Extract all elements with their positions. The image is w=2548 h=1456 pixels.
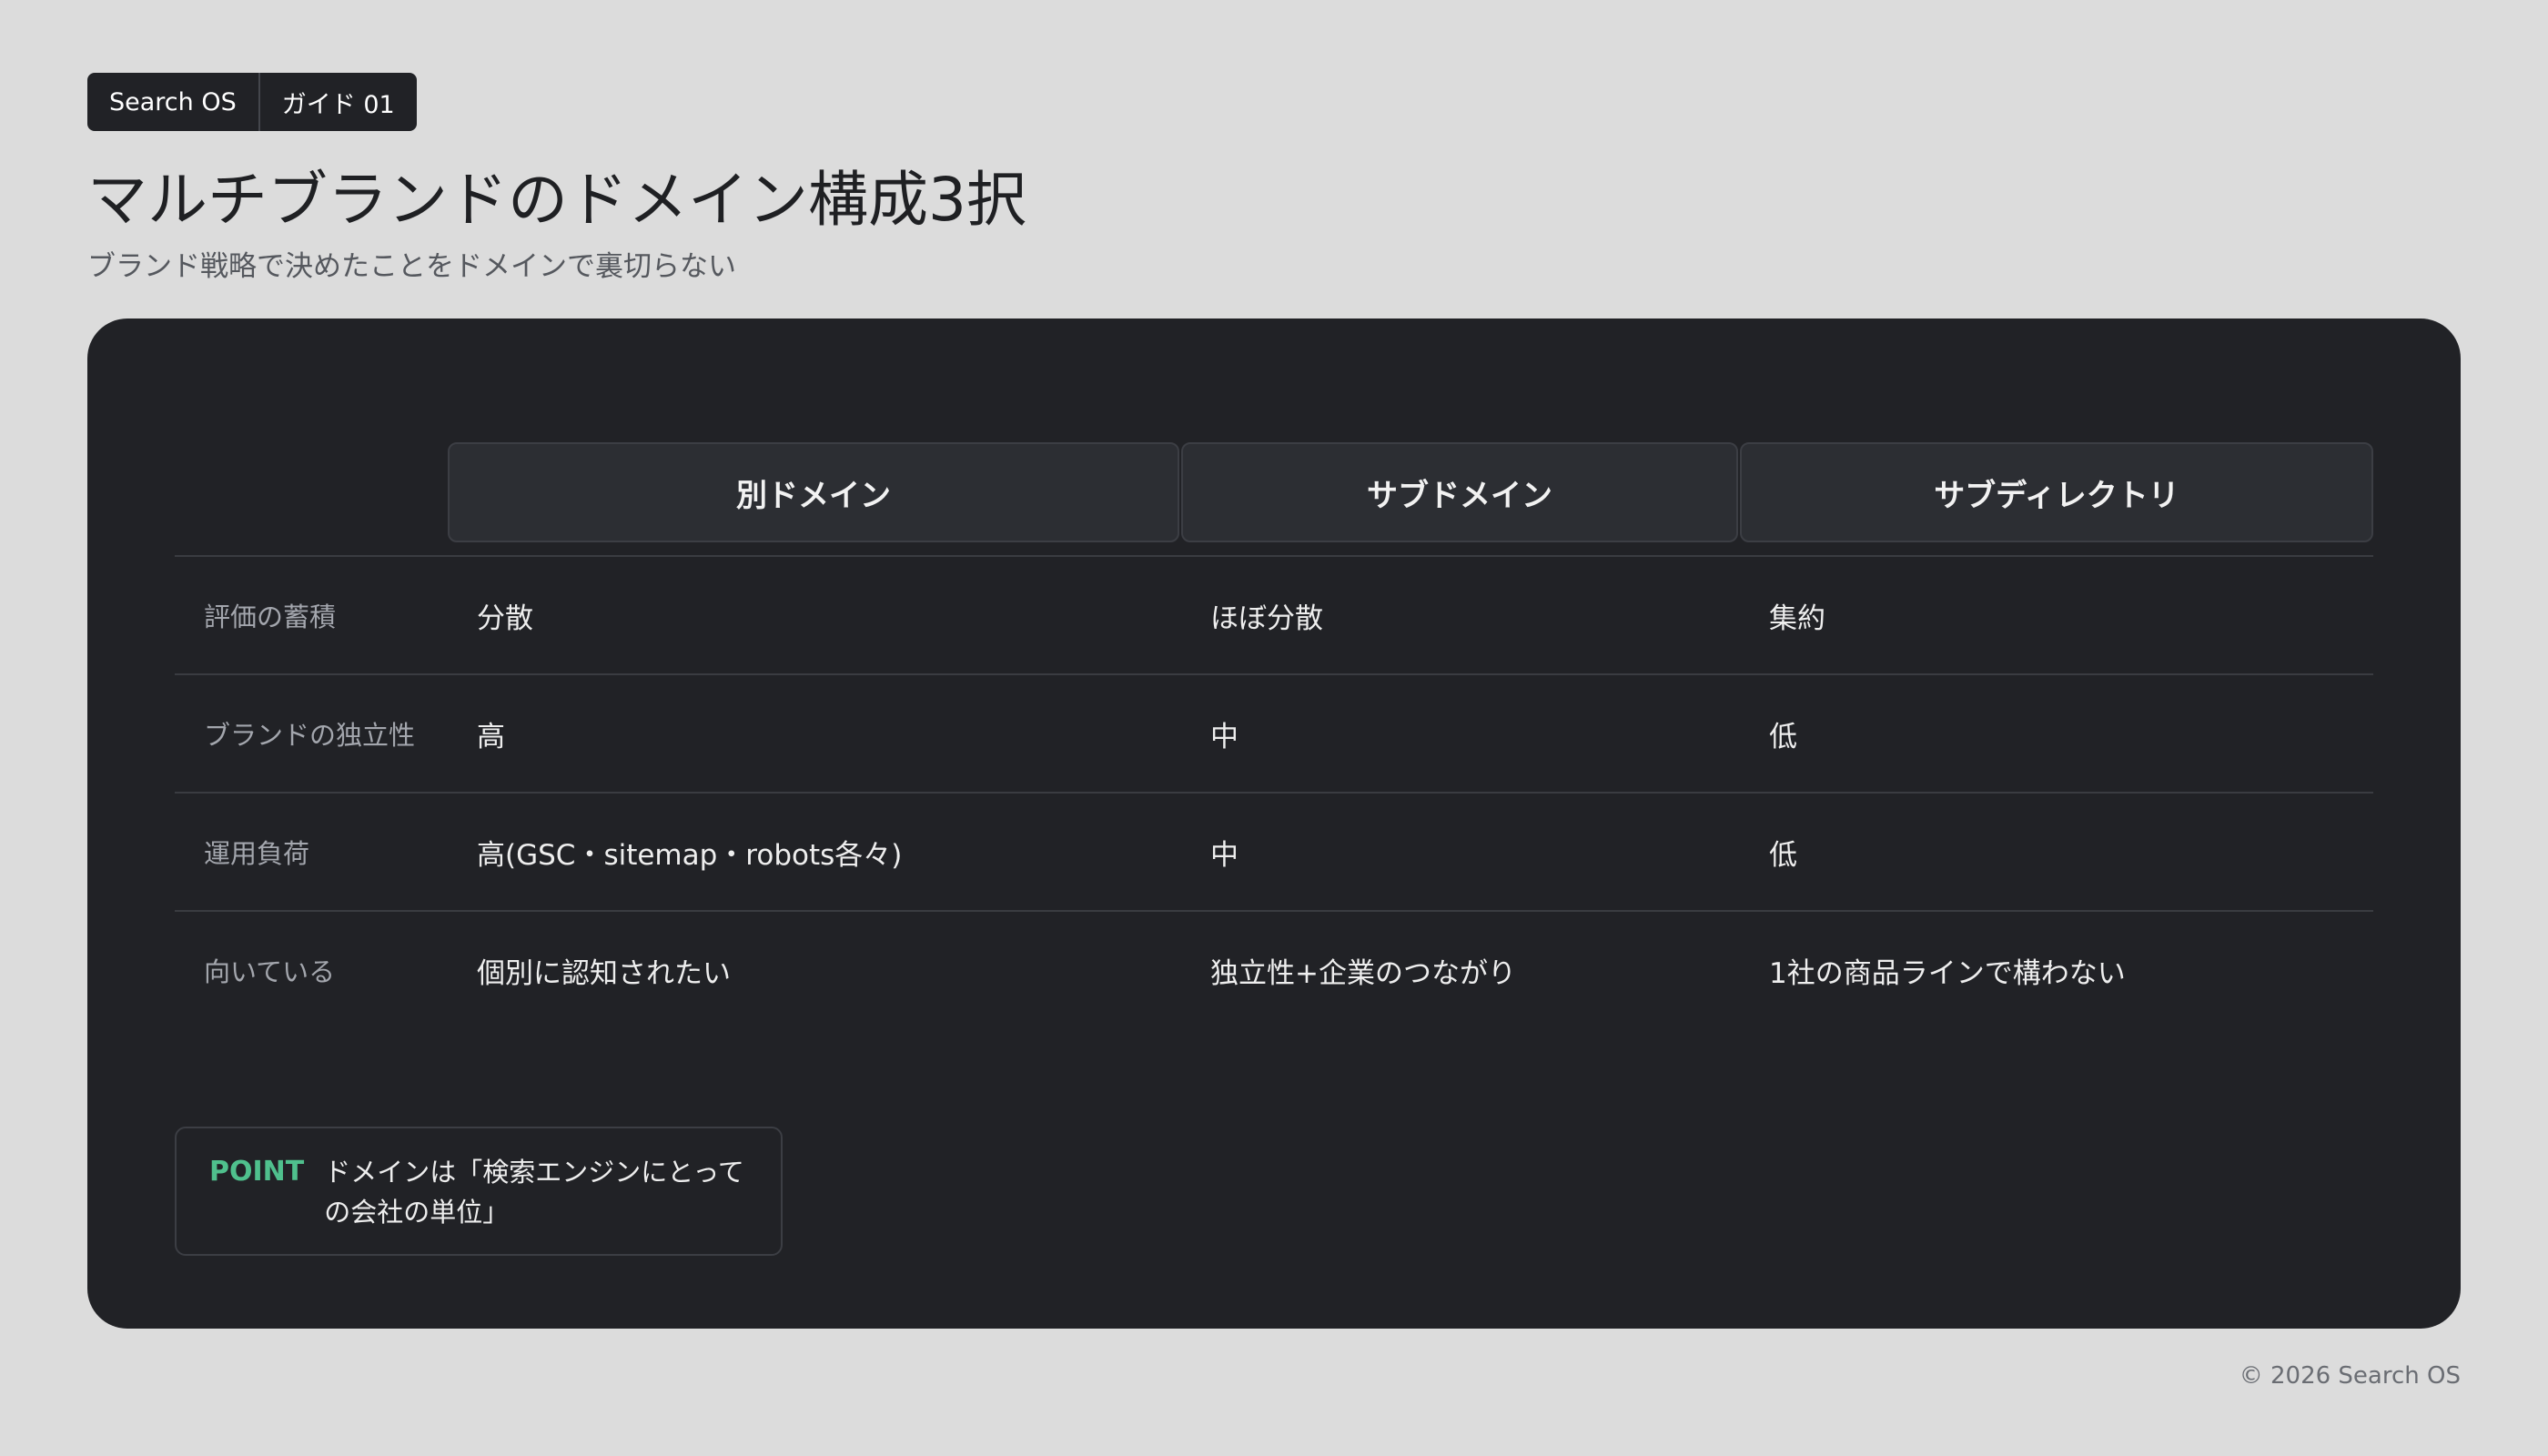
point-callout: POINT ドメインは「検索エンジンにとっての会社の単位」 — [175, 1127, 783, 1256]
comparison-panel: 別ドメイン サブドメイン サブディレクトリ 評価の蓄積 分散 ほぼ分散 集約 ブ… — [87, 318, 2461, 1329]
table-cell: 中 — [1210, 720, 1239, 753]
comparison-table: 別ドメイン サブドメイン サブディレクトリ 評価の蓄積 分散 ほぼ分散 集約 ブ… — [175, 442, 2373, 1028]
row-label: ブランドの独立性 — [204, 720, 416, 751]
page-subtitle: ブランド戦略で決めたことをドメインで裏切らない — [87, 250, 736, 283]
table-row: 向いている 個別に認知されたい 独立性+企業のつながり 1社の商品ラインで構わな… — [175, 912, 2373, 1028]
point-label: POINT — [209, 1156, 305, 1188]
footer-copyright: © 2026 Search OS — [2239, 1362, 2461, 1390]
table-cell: 分散 — [477, 602, 533, 635]
column-header-separate-domain: 別ドメイン — [448, 442, 1179, 542]
row-label: 向いている — [204, 956, 336, 987]
point-text: ドメインは「検索エンジンにとっての会社の単位」 — [324, 1157, 744, 1228]
guide-tag: Search OS ガイド 01 — [87, 73, 417, 131]
page-title: マルチブランドのドメイン構成3択 — [87, 165, 1026, 235]
table-cell: 独立性+企業のつながり — [1210, 956, 1516, 990]
table-header-row: 別ドメイン サブドメイン サブディレクトリ — [175, 442, 2373, 557]
column-header-subdomain: サブドメイン — [1181, 442, 1738, 542]
table-cell: 低 — [1769, 838, 1797, 872]
table-cell: 1社の商品ラインで構わない — [1769, 956, 2126, 990]
table-cell: 中 — [1210, 838, 1239, 872]
table-cell: 高(GSC・sitemap・robots各々) — [477, 838, 903, 872]
table-cell: 低 — [1769, 720, 1797, 753]
table-cell: 個別に認知されたい — [477, 956, 731, 990]
tag-label: ガイド 01 — [258, 73, 417, 131]
row-label: 評価の蓄積 — [204, 602, 337, 632]
tag-brand: Search OS — [109, 87, 237, 116]
row-label: 運用負荷 — [204, 838, 310, 869]
table-row: 運用負荷 高(GSC・sitemap・robots各々) 中 低 — [175, 794, 2373, 912]
table-cell: ほぼ分散 — [1210, 602, 1323, 635]
table-cell: 高 — [477, 720, 505, 753]
table-cell: 集約 — [1769, 602, 1825, 635]
table-row: ブランドの独立性 高 中 低 — [175, 675, 2373, 794]
column-header-subdirectory: サブディレクトリ — [1740, 442, 2373, 542]
table-row: 評価の蓄積 分散 ほぼ分散 集約 — [175, 557, 2373, 675]
